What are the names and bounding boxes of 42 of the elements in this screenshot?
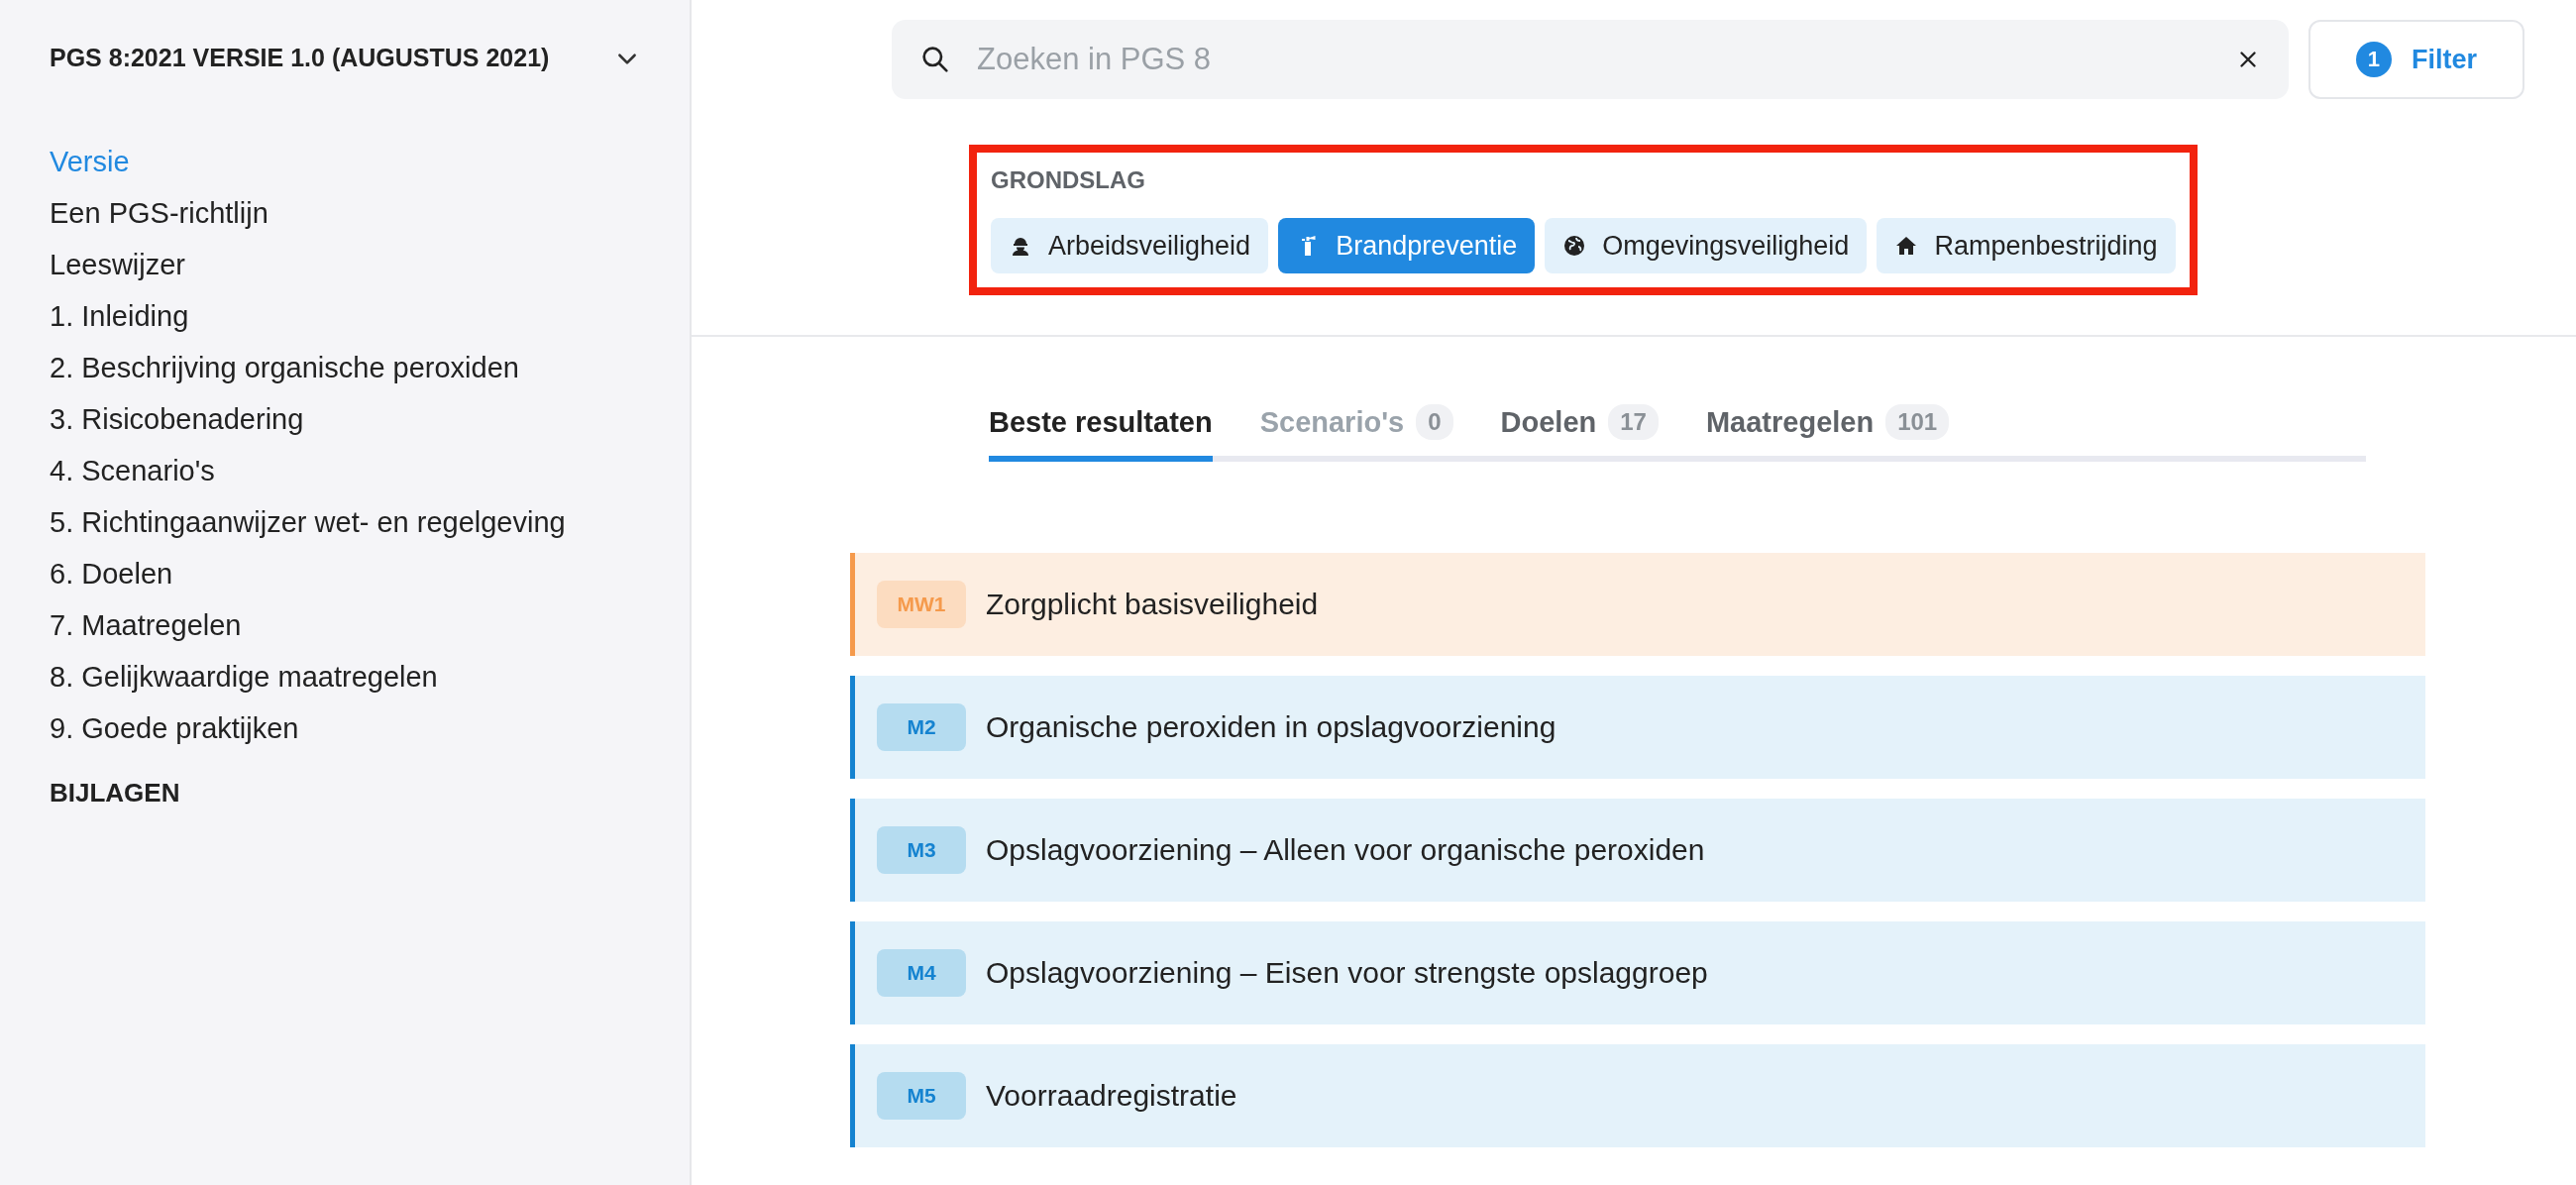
tab[interactable]: Doelen 17 bbox=[1500, 386, 1659, 462]
filter-chip[interactable]: Omgevingsveiligheid bbox=[1545, 218, 1868, 273]
sidebar-item[interactable]: 6. Doelen bbox=[50, 548, 173, 599]
result-title: Voorraadregistratie bbox=[986, 1079, 1237, 1113]
filter-button[interactable]: 1 Filter bbox=[2308, 20, 2524, 99]
count-badge: 1 bbox=[2356, 42, 2392, 77]
sidebar-item[interactable]: 2. Beschrijving organische peroxiden bbox=[50, 342, 519, 393]
sidebar-item[interactable]: Leeswijzer bbox=[50, 239, 185, 290]
result-title: Opslagvoorziening – Eisen voor strengste opslaggroep bbox=[986, 956, 1708, 990]
sidebar-item[interactable]: 8. Gelijkwaardige maatregelen bbox=[50, 651, 438, 702]
section-heading: BIJLAGEN bbox=[50, 778, 180, 808]
code-tag: MW1 bbox=[877, 581, 966, 628]
filter-label: Filter bbox=[2412, 44, 2477, 75]
result-title: Zorgplicht basisveiligheid bbox=[986, 588, 1319, 621]
filter-chip[interactable]: Rampenbestrijding bbox=[1877, 218, 2176, 273]
sidebar-item[interactable]: 7. Maatregelen bbox=[50, 599, 242, 651]
sidebar-item[interactable]: 1. Inleiding bbox=[50, 290, 189, 342]
globe-icon bbox=[1562, 234, 1587, 258]
sidebar-item[interactable]: 5. Richtingaanwijzer wet- en regelgeving bbox=[50, 496, 566, 548]
group-label: GRONDSLAG bbox=[991, 166, 1145, 194]
code-tag: M4 bbox=[877, 949, 966, 997]
sidebar-item[interactable]: Een PGS-richtlijn bbox=[50, 187, 268, 239]
sidebar-item[interactable]: 3. Risicobenadering bbox=[50, 393, 304, 445]
code-tag: M2 bbox=[877, 703, 966, 751]
code-tag: M3 bbox=[877, 826, 966, 874]
filter-chip[interactable]: Arbeidsveiligheid bbox=[991, 218, 1269, 273]
result-row[interactable]: M4 Opslagvoorziening – Eisen voor strengste opslaggroep bbox=[850, 921, 2425, 1024]
tab[interactable]: Beste resultaten bbox=[989, 386, 1213, 462]
result-row[interactable]: M3 Opslagvoorziening – Alleen voor organische peroxiden bbox=[850, 799, 2425, 902]
result-row[interactable]: M5 Voorraadregistratie bbox=[850, 1044, 2425, 1147]
search-field[interactable]: Zoeken in PGS 8 bbox=[892, 20, 2289, 99]
tab[interactable]: Maatregelen 101 bbox=[1705, 386, 1950, 462]
filter-chip[interactable]: Brandpreventie bbox=[1278, 218, 1536, 273]
sidebar-item[interactable]: 4. Scenario's bbox=[50, 445, 215, 496]
sidebar-item[interactable]: 9. Goede praktijken bbox=[50, 702, 299, 754]
result-title: Organische peroxiden in opslagvoorziening bbox=[986, 710, 1556, 744]
result-row[interactable]: M2 Organische peroxiden in opslagvoorziening bbox=[850, 676, 2425, 779]
search-icon bbox=[919, 44, 951, 75]
document-title: PGS 8:2021 VERSIE 1.0 (AUGUSTUS 2021) bbox=[50, 44, 550, 72]
search-input[interactable]: Zoeken in PGS 8 bbox=[975, 41, 2211, 78]
code-tag: M5 bbox=[877, 1072, 966, 1120]
result-title: Opslagvoorziening – Alleen voor organische peroxiden bbox=[986, 833, 1705, 867]
